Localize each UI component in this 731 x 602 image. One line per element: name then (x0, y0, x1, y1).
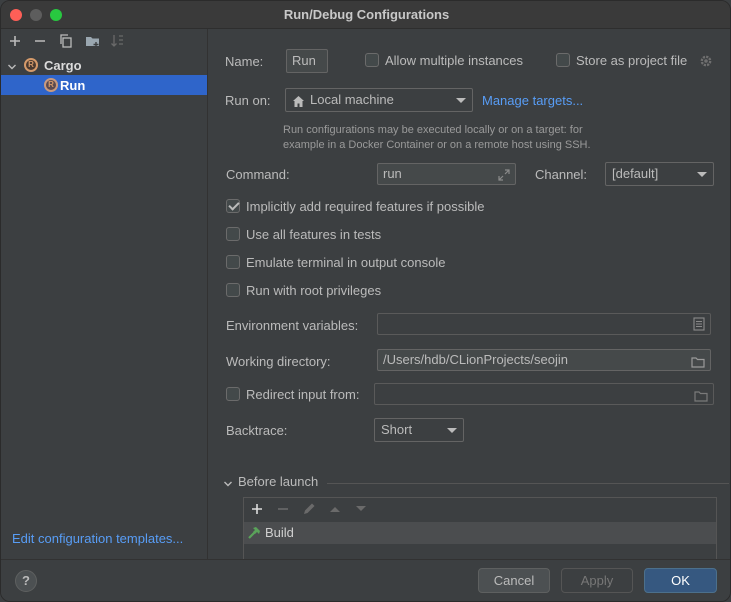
run-debug-configurations-dialog: Run/Debug Configurations R Cargo R Run E… (0, 0, 731, 602)
edit-icon[interactable] (302, 502, 316, 519)
add-icon[interactable] (250, 502, 264, 519)
run-on-hint-line1: Run configurations may be executed local… (283, 124, 583, 136)
redirect-input-field[interactable] (374, 383, 714, 405)
working-directory-field[interactable]: /Users/hdb/CLionProjects/seojin (377, 349, 711, 371)
redirect-input-label: Redirect input from: (246, 387, 360, 402)
sort-icon[interactable] (110, 33, 126, 49)
home-icon (292, 93, 305, 115)
chevron-down-icon (697, 172, 707, 177)
command-field[interactable]: run (377, 163, 516, 185)
manage-targets-link[interactable]: Manage targets... (482, 93, 583, 108)
ok-button[interactable]: OK (644, 568, 717, 593)
tree-item-cargo-label: Cargo (44, 58, 82, 73)
channel-label: Channel: (535, 167, 588, 182)
before-launch-item-build[interactable]: Build (244, 522, 716, 544)
apply-button[interactable]: Apply (561, 568, 633, 593)
backtrace-label: Backtrace: (226, 423, 288, 438)
backtrace-value: Short (381, 422, 413, 437)
remove-icon[interactable] (276, 502, 290, 519)
chevron-down-icon (447, 428, 457, 433)
command-label: Command: (226, 167, 290, 182)
channel-select[interactable]: [default] (605, 162, 714, 186)
title-bar: Run/Debug Configurations (1, 1, 730, 29)
name-field[interactable]: Run (286, 49, 328, 73)
move-up-icon[interactable] (328, 502, 342, 519)
document-icon[interactable] (693, 317, 705, 334)
backtrace-select[interactable]: Short (374, 418, 464, 442)
dialog-button-bar: ? Cancel Apply OK (1, 559, 730, 601)
tree-item-run[interactable]: R Run (1, 75, 207, 95)
edit-configuration-templates-link[interactable]: Edit configuration templates... (12, 531, 183, 546)
environment-variables-label: Environment variables: (226, 318, 359, 333)
store-as-project-file-checkbox[interactable] (556, 53, 570, 67)
chevron-down-icon[interactable] (7, 60, 17, 75)
folder-icon[interactable] (691, 354, 705, 370)
working-directory-label: Working directory: (226, 354, 331, 369)
hammer-icon (246, 525, 262, 544)
emulate-terminal-checkbox[interactable] (226, 255, 240, 269)
environment-variables-field[interactable] (377, 313, 711, 335)
tree-item-run-label: Run (60, 78, 86, 93)
store-as-project-file-label: Store as project file (576, 53, 688, 68)
allow-multiple-instances-checkbox[interactable] (365, 53, 379, 67)
configurations-tree-pane: R Cargo R Run Edit configuration templat… (1, 29, 208, 559)
run-config-icon: R (44, 78, 58, 92)
help-button[interactable]: ? (15, 570, 37, 592)
remove-icon[interactable] (32, 33, 48, 49)
all-features-checkbox[interactable] (226, 227, 240, 241)
run-on-hint-line2: example in a Docker Container or on a re… (283, 139, 591, 151)
new-folder-icon[interactable] (85, 33, 101, 49)
cargo-icon: R (24, 58, 38, 72)
copy-icon[interactable] (58, 33, 74, 49)
folder-icon[interactable] (694, 388, 708, 404)
add-icon[interactable] (7, 33, 23, 49)
expand-icon[interactable] (498, 167, 510, 184)
root-privileges-label: Run with root privileges (246, 283, 382, 298)
tree-toolbar (1, 29, 208, 55)
allow-multiple-instances-label: Allow multiple instances (385, 53, 524, 68)
before-launch-item-build-label: Build (265, 525, 294, 540)
chevron-down-icon (456, 98, 466, 103)
chevron-down-icon[interactable] (223, 477, 233, 492)
implicit-features-checkbox[interactable] (226, 199, 240, 213)
implicit-features-label: Implicitly add required features if poss… (246, 199, 485, 214)
run-on-value: Local machine (310, 92, 394, 107)
window-title: Run/Debug Configurations (283, 7, 450, 22)
before-launch-label: Before launch (238, 474, 319, 489)
working-directory-value: /Users/hdb/CLionProjects/seojin (383, 352, 568, 367)
run-on-label: Run on: (225, 93, 271, 108)
move-down-icon[interactable] (354, 502, 368, 519)
all-features-label: Use all features in tests (246, 227, 382, 242)
gear-icon[interactable] (699, 54, 713, 71)
cancel-button[interactable]: Cancel (478, 568, 550, 593)
before-launch-toolbar (244, 498, 716, 522)
configuration-form: Name: Run Allow multiple instances Store… (209, 29, 730, 559)
command-value: run (383, 166, 402, 181)
run-on-select[interactable]: Local machine (285, 88, 473, 112)
emulate-terminal-label: Emulate terminal in output console (246, 255, 446, 270)
before-launch-list: Build (243, 497, 717, 559)
redirect-input-checkbox[interactable] (226, 387, 240, 401)
root-privileges-checkbox[interactable] (226, 283, 240, 297)
channel-value: [default] (612, 166, 659, 181)
before-launch-divider (327, 483, 729, 484)
tree-item-cargo[interactable]: R Cargo (1, 55, 207, 75)
name-label: Name: (225, 54, 264, 69)
